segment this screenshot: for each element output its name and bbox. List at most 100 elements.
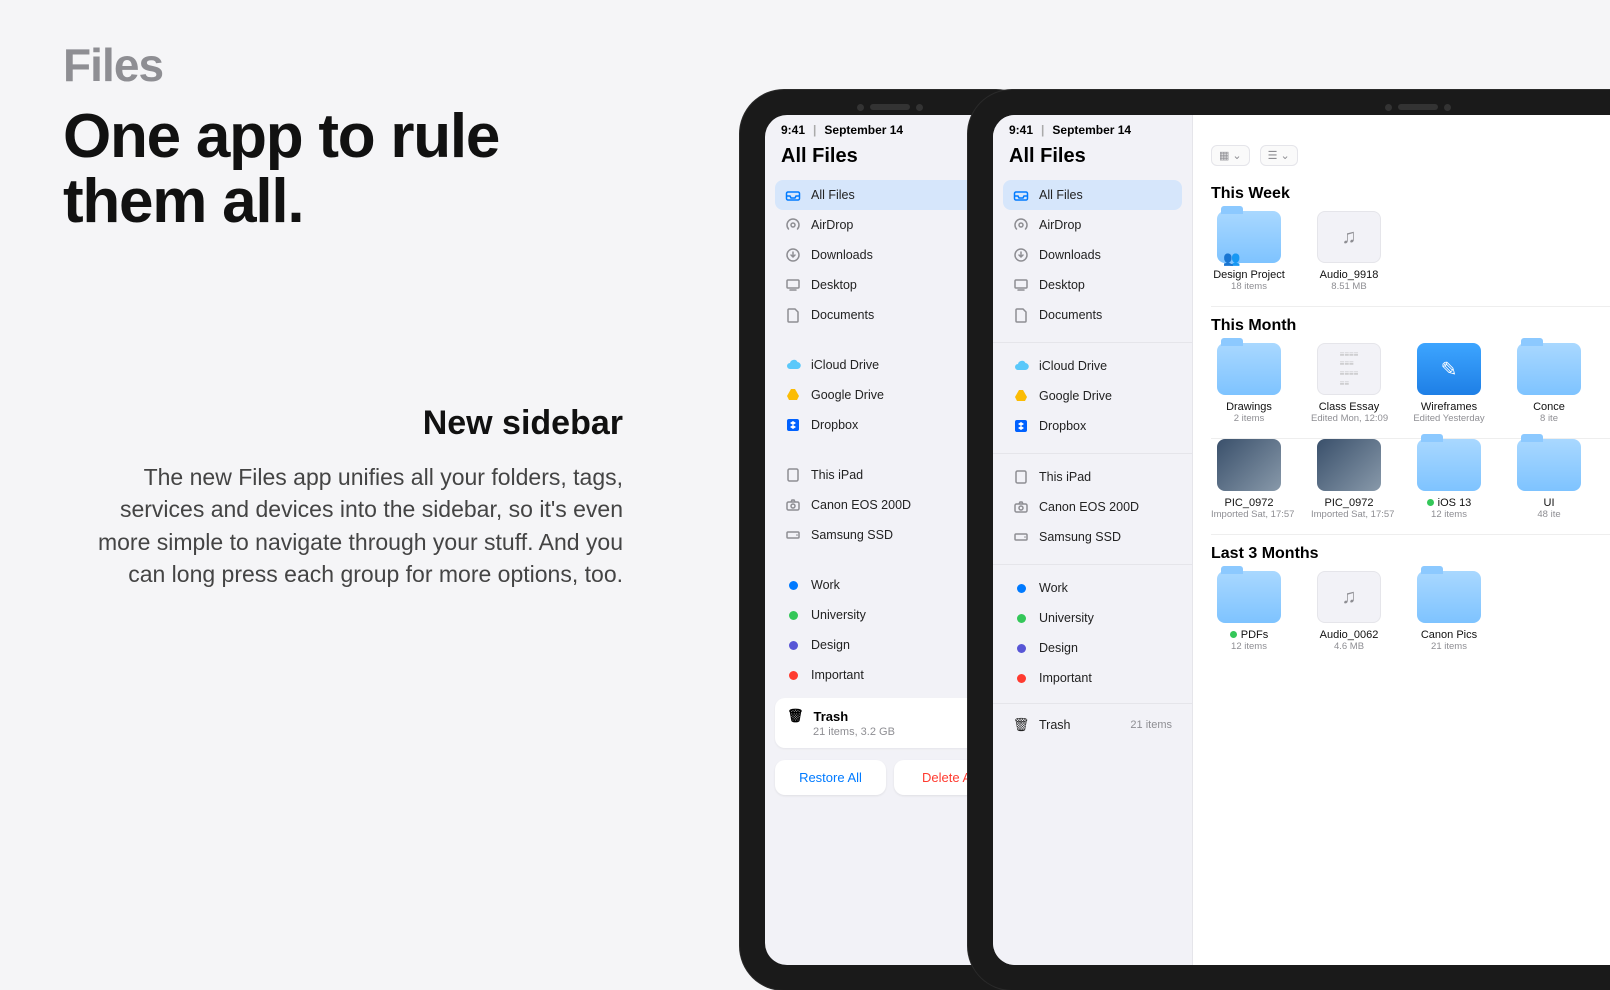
sidebar-tag-important[interactable]: Important <box>1003 663 1182 693</box>
folder-icon <box>1217 571 1281 623</box>
sidebar-item-dropbox[interactable]: Dropbox <box>1003 411 1182 441</box>
file-meta: Edited Mon, 12:09 <box>1311 413 1387 424</box>
file-item[interactable]: ≡≡≡≡≡≡≡≡≡≡≡≡≡Class EssayEdited Mon, 12:0… <box>1311 343 1387 424</box>
sidebar-item-desktop[interactable]: Desktop <box>1003 270 1182 300</box>
status-bar: 9:41 | September 14 <box>993 115 1192 137</box>
sidebar-item-label: AirDrop <box>1039 218 1081 232</box>
sidebar-tag-university[interactable]: University <box>1003 603 1182 633</box>
sidebar-tag-work[interactable]: Work <box>1003 573 1182 603</box>
camera-icon <box>785 497 801 513</box>
sidebar-item-label: Google Drive <box>811 388 884 402</box>
ipad-icon <box>785 467 801 483</box>
file-item[interactable]: PDFs12 items <box>1211 571 1287 652</box>
sidebar-item-label: iCloud Drive <box>1039 359 1107 373</box>
sidebar-item-downloads[interactable]: Downloads <box>1003 240 1182 270</box>
document-icon: ≡≡≡≡≡≡≡≡≡≡≡≡≡ <box>1317 343 1381 395</box>
image-thumbnail <box>1317 439 1381 491</box>
subhead: New sidebar <box>63 404 623 443</box>
sidebar-item-samsung-ssd[interactable]: Samsung SSD <box>1003 522 1182 552</box>
sidebar-item-canon-eos-200d[interactable]: Canon EOS 200D <box>1003 492 1182 522</box>
status-date: September 14 <box>1052 123 1131 137</box>
trash-icon: 🗑 <box>787 708 804 724</box>
file-item[interactable]: ♫Audio_99188.51 MB <box>1311 211 1387 292</box>
file-row: 👥Design Project18 items ♫Audio_99188.51 M… <box>1211 211 1610 307</box>
trash-icon: 🗑 <box>1013 717 1029 733</box>
sidebar-large: 9:41 | September 14 All Files All Files A… <box>993 115 1193 965</box>
file-item[interactable]: PIC_0972Imported Sat, 17:57 <box>1311 439 1387 520</box>
gdrive-icon <box>1013 388 1029 404</box>
file-item[interactable]: Drawings2 items <box>1211 343 1287 424</box>
airdrop-icon <box>785 217 801 233</box>
tray-icon <box>1013 187 1029 203</box>
tag-dot-icon <box>1013 610 1029 626</box>
trash-label: Trash <box>814 709 849 724</box>
sidebar-item-label: Downloads <box>1039 248 1101 262</box>
file-item[interactable]: PIC_0972Imported Sat, 17:57 <box>1211 439 1287 520</box>
icloud-icon <box>785 357 801 373</box>
file-item[interactable]: iOS 1312 items <box>1411 439 1487 520</box>
file-meta: 2 items <box>1211 413 1287 424</box>
file-meta: 4.6 MB <box>1311 641 1387 652</box>
audio-icon: ♫ <box>1317 211 1381 263</box>
section-header: Last 3 Months <box>1211 545 1610 563</box>
sidebar-item-label: Google Drive <box>1039 389 1112 403</box>
file-item[interactable]: Canon Pics21 items <box>1411 571 1487 652</box>
sort-button[interactable]: ☰⌄ <box>1260 145 1298 166</box>
file-name: Design Project <box>1211 269 1287 281</box>
file-meta: 18 items <box>1211 281 1287 292</box>
sidebar-item-label: Desktop <box>1039 278 1085 292</box>
audio-icon: ♫ <box>1317 571 1381 623</box>
file-item[interactable]: UI48 ite <box>1511 439 1587 520</box>
file-meta: 12 items <box>1411 509 1487 520</box>
file-item[interactable]: ✎ WireframesEdited Yesterday <box>1411 343 1487 424</box>
desktop-icon <box>785 277 801 293</box>
view-grid-button[interactable]: ▦⌄ <box>1211 145 1250 166</box>
camera-icon <box>1013 499 1029 515</box>
sidebar-item-label: Work <box>811 578 840 592</box>
sidebar-item-airdrop[interactable]: AirDrop <box>1003 210 1182 240</box>
sidebar-section-locations: All Files AirDrop Downloads Desktop Document… <box>993 178 1192 332</box>
sidebar-item-all-files[interactable]: All Files <box>1003 180 1182 210</box>
sidebar-item-this-ipad[interactable]: This iPad <box>1003 462 1182 492</box>
status-time: 9:41 <box>1009 123 1033 137</box>
marketing-block: Files One app to rule them all. New side… <box>63 38 623 590</box>
tag-dot-icon <box>785 637 801 653</box>
file-item[interactable]: Conce8 ite <box>1511 343 1587 424</box>
section-header: This Month <box>1211 317 1610 335</box>
file-meta: Edited Yesterday <box>1411 413 1487 424</box>
image-thumbnail <box>1217 439 1281 491</box>
sidebar-item-label: Design <box>811 638 850 652</box>
file-name: PIC_0972 <box>1311 497 1387 509</box>
sketch-icon: ✎ <box>1417 343 1481 395</box>
file-item[interactable]: ♫Audio_00624.6 MB <box>1311 571 1387 652</box>
file-row: PDFs12 items ♫Audio_00624.6 MB Canon Pics2… <box>1211 571 1610 666</box>
file-meta: 12 items <box>1211 641 1287 652</box>
tray-icon <box>785 187 801 203</box>
sidebar-item-label: All Files <box>811 188 855 202</box>
sidebar-item-trash[interactable]: 🗑 Trash 21 items <box>1003 710 1182 740</box>
file-item[interactable]: 👥Design Project18 items <box>1211 211 1287 292</box>
file-row: Drawings2 items ≡≡≡≡≡≡≡≡≡≡≡≡≡Class EssayE… <box>1211 343 1610 439</box>
content-area: 📶 📡 100 ▦⌄ ☰⌄ ⚙⌄ 🔍Search This Week👥Desig… <box>1193 115 1610 965</box>
sidebar-item-label: This iPad <box>1039 470 1091 484</box>
restore-all-button[interactable]: Restore All <box>775 760 886 795</box>
device-camera-notch <box>1363 102 1473 112</box>
sidebar-item-label: Dropbox <box>811 418 858 432</box>
trash-meta: 21 items, 3.2 GB <box>813 726 993 738</box>
body-copy: The new Files app unifies all your folde… <box>63 461 623 590</box>
sidebar-item-label: Desktop <box>811 278 857 292</box>
icloud-icon <box>1013 358 1029 374</box>
file-name: UI <box>1511 497 1587 509</box>
sidebar-item-label: AirDrop <box>811 218 853 232</box>
tag-dot-icon <box>785 667 801 683</box>
dropbox-icon <box>1013 418 1029 434</box>
file-name: PIC_0972 <box>1211 497 1287 509</box>
sidebar-tag-design[interactable]: Design <box>1003 633 1182 663</box>
file-name: Wireframes <box>1411 401 1487 413</box>
chevron-down-icon: ⌄ <box>1232 149 1241 162</box>
section-header: This Week <box>1211 185 1610 203</box>
sidebar-item-label: Downloads <box>811 248 873 262</box>
sidebar-item-google-drive[interactable]: Google Drive <box>1003 381 1182 411</box>
sidebar-item-documents[interactable]: Documents <box>1003 300 1182 330</box>
sidebar-item-icloud-drive[interactable]: iCloud Drive <box>1003 351 1182 381</box>
